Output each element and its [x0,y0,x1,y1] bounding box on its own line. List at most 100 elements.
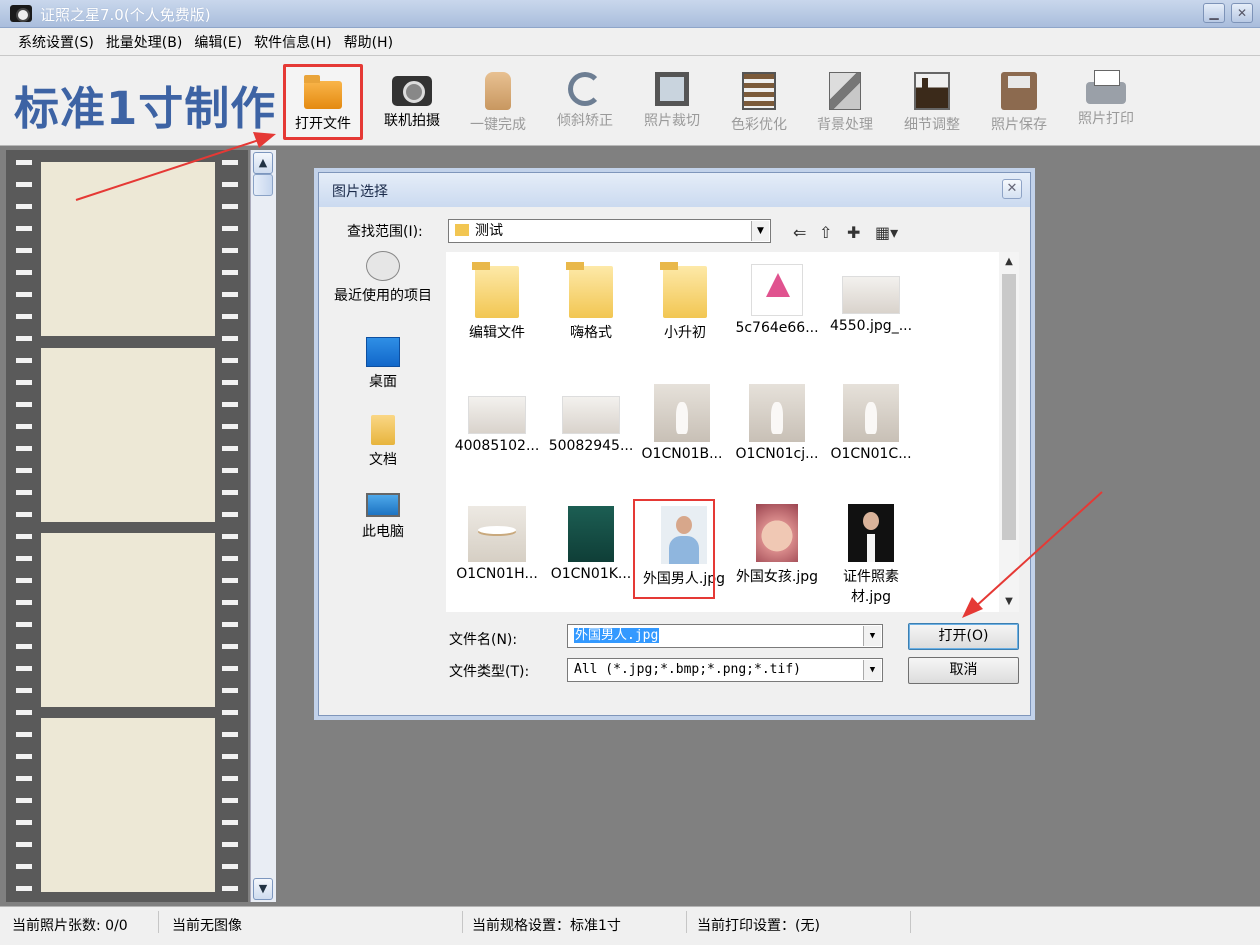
file-item[interactable]: 小升初 [639,262,731,342]
tool-label: 打开文件 [295,116,351,132]
tool-label: 色彩优化 [731,117,787,133]
minimize-button[interactable]: ▁ [1203,3,1225,23]
image-thumbnail [568,506,614,562]
chevron-down-icon[interactable]: ▼ [863,660,881,680]
new-folder-icon[interactable]: ✚ [847,223,860,242]
file-name: 嗨格式 [570,325,612,341]
image-thumbnail [751,264,803,316]
film-frame[interactable] [41,162,215,336]
menu-batch[interactable]: 批量处理(B) [106,32,183,52]
file-item[interactable]: 4550.jpg_... [825,266,917,334]
file-item[interactable]: 编辑文件 [451,262,543,342]
detail-adjust-button[interactable]: 细节调整 [892,64,972,140]
status-separator [686,911,687,933]
open-button[interactable]: 打开(O) [908,623,1019,650]
film-perforation-right [222,150,238,902]
menu-software-info[interactable]: 软件信息(H) [254,32,331,52]
place-label: 桌面 [369,374,397,390]
place-documents[interactable]: 文档 [333,415,433,469]
image-select-dialog: 图片选择 ✕ 查找范围(I): 测试 ▼ ⇐ ⇧ ✚ ▦▾ 最近使用的项目 桌面… [318,172,1031,716]
menu-help[interactable]: 帮助(H) [344,32,393,52]
tool-label: 联机拍摄 [384,113,440,129]
close-window-button[interactable]: ✕ [1231,3,1253,23]
window-title: 证照之星7.0(个人免费版) [40,6,211,24]
crop-icon [655,72,689,106]
place-recent[interactable]: 最近使用的项目 [333,251,433,305]
place-label: 最近使用的项目 [334,288,432,304]
filetype-dropdown[interactable]: All (*.jpg;*.bmp;*.png;*.tif) ▼ [567,658,883,682]
file-item[interactable]: O1CN01C... [825,384,917,462]
color-optimize-button[interactable]: 色彩优化 [719,64,799,140]
file-item[interactable]: 嗨格式 [545,262,637,342]
look-in-dropdown[interactable]: 测试 ▼ [448,219,771,243]
chevron-down-icon[interactable]: ▼ [751,221,769,241]
file-item[interactable]: O1CN01K... [545,506,637,582]
scroll-up-arrow-icon[interactable]: ▲ [253,152,273,174]
file-item[interactable]: 40085102... [451,386,543,454]
tilt-correct-button[interactable]: 倾斜矫正 [545,64,625,140]
back-arrow-icon[interactable]: ⇐ [793,223,806,242]
image-thumbnail [468,506,526,562]
folder-icon [472,262,519,318]
camera-icon [392,76,432,106]
film-scrollbar[interactable]: ▲ ▼ [250,150,276,902]
crop-button[interactable]: 照片裁切 [632,64,712,140]
file-item[interactable]: O1CN01B... [636,384,728,462]
tool-label: 一键完成 [470,117,526,133]
file-item[interactable]: 5c764e66... [731,264,823,336]
chevron-up-icon[interactable]: ▲ [999,252,1019,272]
status-spec: 当前规格设置：标准1寸 [472,918,621,934]
film-perforation-left [16,150,32,902]
menu-system-settings[interactable]: 系统设置(S) [18,32,94,52]
menu-edit[interactable]: 编辑(E) [194,32,242,52]
filename-input[interactable]: 外国男人.jpg ▼ [567,624,883,648]
save-photo-button[interactable]: 照片保存 [979,64,1059,140]
camera-app-icon [10,5,32,22]
file-name: O1CN01C... [830,446,912,462]
folder-icon [660,262,707,318]
file-name: 编辑文件 [469,325,525,341]
file-name: O1CN01cj... [735,446,819,462]
one-click-button[interactable]: 一键完成 [458,64,538,140]
image-thumbnail [562,396,620,434]
rotate-icon [568,72,602,106]
background-button[interactable]: 背景处理 [805,64,885,140]
file-item[interactable]: O1CN01cj... [731,384,823,462]
chevron-down-icon[interactable]: ▼ [999,592,1019,612]
filetype-value: All (*.jpg;*.bmp;*.png;*.tif) [574,662,801,677]
cancel-button[interactable]: 取消 [908,657,1019,684]
up-folder-icon[interactable]: ⇧ [819,223,832,242]
tool-label: 背景处理 [817,117,873,133]
scroll-down-arrow-icon[interactable]: ▼ [253,878,273,900]
image-thumbnail [848,504,894,562]
printer-icon [1086,70,1126,104]
file-name: 证件照素材.jpg [843,569,899,605]
file-item[interactable]: 证件照素材.jpg [825,504,917,606]
film-frame[interactable] [41,533,215,707]
scroll-thumb[interactable] [253,174,273,196]
film-frame[interactable] [41,348,215,522]
camera-capture-button[interactable]: 联机拍摄 [372,64,452,140]
status-separator [910,911,911,933]
chevron-down-icon[interactable]: ▼ [863,626,881,646]
file-list[interactable]: 编辑文件 嗨格式 小升初 5c764e66... 4550.jpg_... 40… [446,252,1019,612]
file-list-scrollbar[interactable]: ▲ ▼ [999,252,1019,612]
open-file-button[interactable]: 打开文件 [283,64,363,140]
dialog-close-icon[interactable]: ✕ [1002,179,1022,199]
title-bar: 证照之星7.0(个人免费版) ▁ ✕ [0,0,1260,28]
folder-open-icon [304,75,342,109]
print-photo-button[interactable]: 照片打印 [1066,64,1146,140]
image-thumbnail [843,384,899,442]
scroll-thumb[interactable] [1002,274,1016,540]
place-desktop[interactable]: 桌面 [333,337,433,391]
file-item[interactable]: 外国女孩.jpg [731,504,823,586]
file-item[interactable]: O1CN01H... [451,506,543,582]
place-this-pc[interactable]: 此电脑 [333,493,433,541]
file-item[interactable]: 50082945... [545,386,637,454]
look-in-value: 测试 [475,223,503,239]
image-thumbnail [749,384,805,442]
desktop-icon [366,337,400,367]
view-menu-icon[interactable]: ▦▾ [875,223,898,242]
tool-label: 照片裁切 [644,113,700,129]
film-frame[interactable] [41,718,215,892]
